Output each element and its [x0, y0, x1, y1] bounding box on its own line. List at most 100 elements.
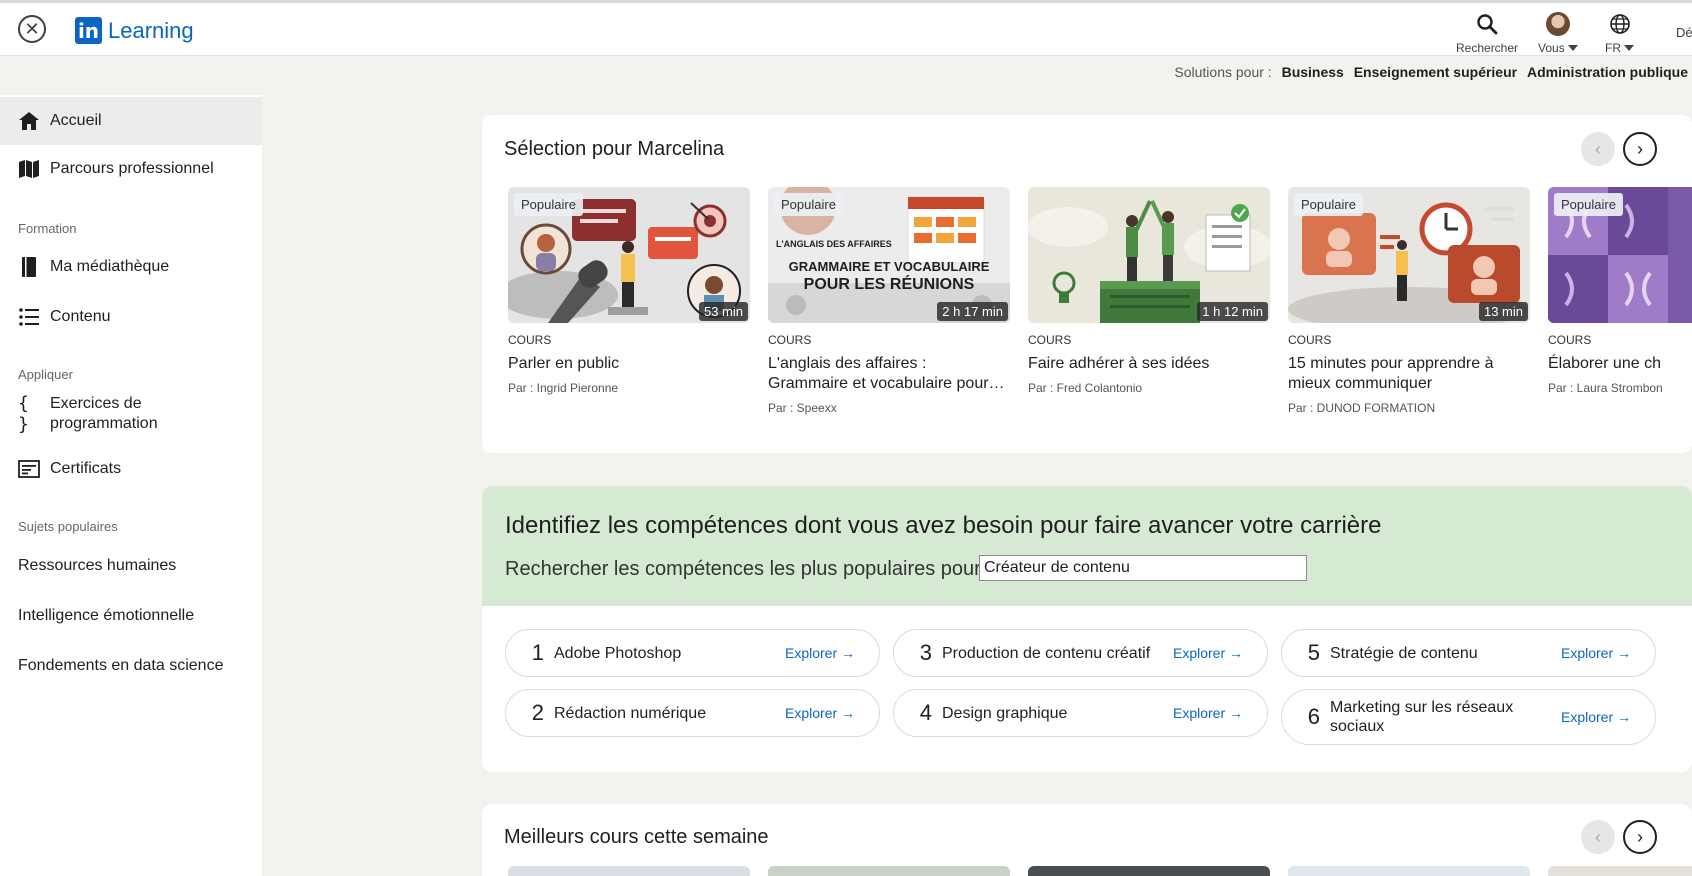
course-title[interactable]: Faire adhérer à ses idées — [1028, 354, 1270, 374]
profile-menu-button[interactable]: Vous — [1538, 11, 1578, 55]
popular-badge: Populaire — [1554, 193, 1623, 216]
close-button[interactable]: ✕ — [18, 15, 46, 43]
carousel-next-button[interactable]: › — [1623, 132, 1657, 166]
chevron-right-icon: › — [1637, 826, 1643, 847]
explore-link[interactable]: Explorer → — [779, 645, 879, 661]
truncated-header-link[interactable]: Dé — [1676, 25, 1692, 40]
sidebar-item-coding-exercises[interactable]: { } Exercices de programmation — [0, 389, 262, 439]
course-thumbnail[interactable] — [768, 866, 1010, 876]
skill-rank: 3 — [919, 640, 932, 665]
course-author: Par : Fred Colantonio — [1028, 381, 1143, 395]
skill-name: Production de contenu créatif — [942, 644, 1151, 662]
course-author: Par : DUNOD FORMATION — [1288, 401, 1436, 415]
explore-link[interactable]: Explorer → — [1167, 645, 1267, 661]
selection-section: Sélection pour Marcelina ‹ › Populaire 5… — [482, 115, 1692, 453]
language-menu-button[interactable]: FR — [1605, 11, 1634, 55]
section-title: Sélection pour Marcelina — [504, 138, 725, 160]
skill-rank: 5 — [1307, 640, 1320, 665]
course-card[interactable]: Populaire 53 min COURS Parler en public … — [508, 187, 750, 395]
skill-item[interactable]: 6 Marketing sur les réseaux sociaux Expl… — [1281, 689, 1656, 745]
code-braces-icon: { } — [18, 393, 29, 435]
course-title[interactable]: Parler en public — [508, 354, 750, 374]
linkedin-logo-icon: in — [75, 17, 102, 44]
topic-link-emotional-intelligence[interactable]: Intelligence émotionnelle — [18, 607, 194, 625]
skill-name: Adobe Photoshop — [554, 644, 682, 662]
caret-down-icon — [1567, 45, 1578, 51]
close-icon: ✕ — [24, 19, 40, 39]
sidebar-item-label: Accueil — [50, 112, 102, 129]
course-card[interactable]: L'ANGLAIS DES AFFAIRES GRAMMAIRE ET VOCA… — [768, 187, 1010, 415]
skill-rank: 4 — [919, 700, 932, 725]
duration-badge: 2 h 17 min — [937, 302, 1008, 321]
solutions-link-business[interactable]: Business — [1282, 64, 1344, 80]
course-card[interactable]: 1 h 12 min COURS Faire adhérer à ses idé… — [1028, 187, 1270, 395]
sidebar-section-apply: Appliquer — [18, 367, 73, 382]
sidebar-item-my-library[interactable]: Ma médiathèque — [0, 243, 262, 291]
course-type: COURS — [1028, 333, 1072, 347]
solutions-link-government[interactable]: Administration publique — [1527, 64, 1688, 80]
course-title[interactable]: Élaborer une ch — [1548, 354, 1692, 374]
topic-link-human-resources[interactable]: Ressources humaines — [18, 557, 176, 575]
course-author: Par : Speexx — [768, 401, 837, 415]
skill-rank: 6 — [1307, 704, 1320, 729]
skill-item[interactable]: 1 Adobe Photoshop Explorer → — [505, 629, 880, 677]
popular-badge: Populaire — [774, 193, 843, 216]
course-type: COURS — [768, 333, 812, 347]
sidebar-item-certificates[interactable]: Certificats — [0, 445, 262, 493]
skills-section: Identifiez les compétences dont vous ave… — [482, 486, 1692, 772]
skill-item[interactable]: 5 Stratégie de contenu Explorer → — [1281, 629, 1656, 677]
sidebar: Accueil Parcours professionnel Formation… — [0, 95, 262, 876]
logo-text: Learning — [108, 17, 194, 43]
skills-title: Identifiez les compétences dont vous ave… — [505, 512, 1382, 539]
course-thumbnail[interactable] — [1028, 866, 1270, 876]
thumbnail-caption: L'ANGLAIS DES AFFAIRES — [776, 239, 892, 249]
explore-link[interactable]: Explorer → — [779, 705, 879, 721]
job-title-input[interactable] — [979, 555, 1307, 581]
course-thumbnail[interactable] — [1548, 866, 1692, 876]
topic-link-data-science[interactable]: Fondements en data science — [18, 657, 223, 675]
sidebar-section-popular-topics: Sujets populaires — [18, 519, 118, 534]
explore-link[interactable]: Explorer → — [1555, 709, 1655, 725]
course-card[interactable]: Populaire 13 min COURS 15 minutes pour a… — [1288, 187, 1530, 415]
course-title[interactable]: 15 minutes pour apprendre à mieux commun… — [1288, 354, 1530, 394]
skills-banner — [482, 486, 1692, 606]
course-thumbnail: Populaire 13 min — [1288, 187, 1530, 323]
sidebar-item-content[interactable]: Contenu — [0, 293, 262, 341]
sidebar-item-label: Exercices de programmation — [50, 395, 158, 432]
course-author: Par : Ingrid Pieronne — [508, 381, 619, 395]
explore-link[interactable]: Explorer → — [1167, 705, 1267, 721]
popular-badge: Populaire — [514, 193, 583, 216]
language-label: FR — [1605, 41, 1621, 55]
course-type: COURS — [1288, 333, 1332, 347]
course-thumbnail: Populaire — [1548, 187, 1692, 323]
thumbnail-heading-line-1: GRAMMAIRE ET VOCABULAIRE — [788, 259, 990, 274]
sidebar-item-label: Certificats — [50, 460, 122, 477]
skill-rank: 1 — [531, 640, 544, 665]
solutions-bar: Solutions pour : Business Enseignement s… — [1174, 64, 1688, 80]
chevron-left-icon: ‹ — [1595, 826, 1601, 847]
course-thumbnail[interactable] — [1288, 866, 1530, 876]
chevron-right-icon: › — [1637, 138, 1643, 159]
course-thumbnail: L'ANGLAIS DES AFFAIRES GRAMMAIRE ET VOCA… — [768, 187, 1010, 323]
avatar — [1545, 12, 1570, 36]
carousel-prev-button[interactable]: ‹ — [1581, 132, 1615, 166]
course-type: COURS — [508, 333, 552, 347]
sidebar-item-career-paths[interactable]: Parcours professionnel — [0, 145, 262, 193]
search-button[interactable]: Rechercher — [1456, 11, 1518, 55]
course-card[interactable]: Populaire COURS Élaborer une ch Par : La… — [1548, 187, 1692, 395]
skill-name: Stratégie de contenu — [1330, 644, 1478, 662]
carousel-prev-button[interactable]: ‹ — [1581, 820, 1615, 854]
linkedin-learning-logo[interactable]: in Learning — [75, 17, 194, 44]
skill-item[interactable]: 3 Production de contenu créatif Explorer… — [893, 629, 1268, 677]
chevron-left-icon: ‹ — [1595, 138, 1601, 159]
explore-link[interactable]: Explorer → — [1555, 645, 1655, 661]
solutions-link-higher-education[interactable]: Enseignement supérieur — [1354, 64, 1517, 80]
map-icon — [18, 159, 40, 179]
skill-item[interactable]: 2 Rédaction numérique Explorer → — [505, 689, 880, 737]
carousel-next-button[interactable]: › — [1623, 820, 1657, 854]
course-thumbnail: Populaire 53 min — [508, 187, 750, 323]
course-thumbnail[interactable] — [508, 866, 750, 876]
course-title[interactable]: L'anglais des affaires : Grammaire et vo… — [768, 354, 1010, 394]
skill-item[interactable]: 4 Design graphique Explorer → — [893, 689, 1268, 737]
sidebar-item-home[interactable]: Accueil — [0, 97, 262, 145]
